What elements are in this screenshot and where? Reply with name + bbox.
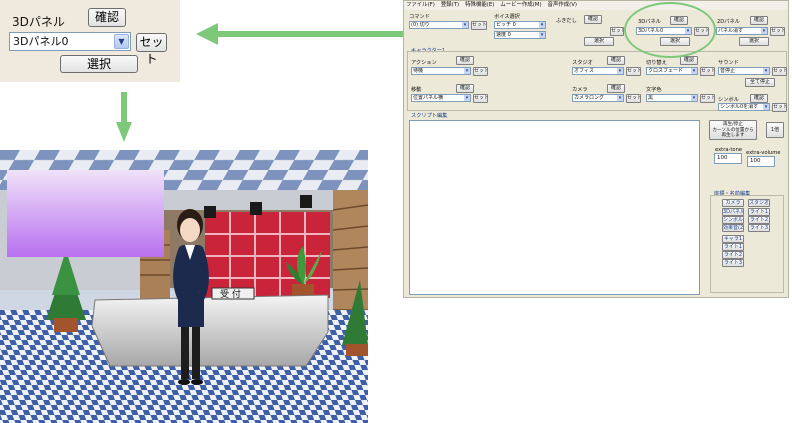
panel3d-select[interactable]: 3Dパネル0 ▼: [9, 32, 131, 51]
switch-select[interactable]: クロスフェード: [646, 67, 698, 75]
fukidashi-set-button[interactable]: セット: [610, 27, 624, 36]
coord-camera-button[interactable]: カメラ: [722, 199, 744, 207]
coord-light2-button[interactable]: ライト2: [748, 216, 770, 224]
counter-sign: 受 付: [220, 288, 241, 300]
panel3d-label: 3Dパネル: [12, 15, 65, 29]
action-confirm-button[interactable]: 確認: [456, 56, 474, 65]
arrow-left-icon: [196, 23, 404, 45]
studio-select[interactable]: オフィス: [572, 67, 624, 75]
menu-bar: ファイル(F) 登録(T) 特殊機能(E) ムービー作成(M) 音声作成(V): [404, 1, 788, 10]
coord-studio-button[interactable]: スタジオ: [748, 199, 770, 207]
voice-speed-select[interactable]: 速度 0: [494, 31, 546, 39]
move-set-button[interactable]: セット: [473, 94, 488, 103]
coord-chara-light2-button[interactable]: ライト2: [722, 251, 744, 259]
highlight-ellipse: [624, 2, 716, 58]
menu-register[interactable]: 登録(T): [441, 1, 459, 10]
switch-set-button[interactable]: セット: [700, 67, 715, 76]
coord-light1-button[interactable]: ライト1: [748, 208, 770, 216]
menu-file[interactable]: ファイル(F): [406, 1, 435, 10]
menu-special[interactable]: 特殊機能(E): [465, 1, 494, 10]
symbol-label: シンボル: [718, 97, 739, 103]
set-button[interactable]: セット: [136, 33, 167, 66]
move-confirm-button[interactable]: 確認: [456, 84, 474, 93]
voice-label: ボイス選択: [494, 14, 520, 20]
extra-volume-input[interactable]: 100: [747, 156, 775, 167]
panel2d-select[interactable]: パネル消す: [716, 27, 768, 35]
command-set-button[interactable]: セット: [471, 21, 487, 30]
play-stop-button[interactable]: 再生/停止 カーソルの位置から 再生します: [709, 120, 757, 140]
script-edit-label: スクリプト編集: [411, 113, 448, 119]
move-select[interactable]: 位置パネル横: [411, 94, 471, 102]
command-label: コマンド: [409, 14, 430, 20]
move-label: 移動: [411, 87, 422, 93]
menu-voice[interactable]: 音声作成(V): [548, 1, 577, 10]
camera-confirm-button[interactable]: 確認: [607, 84, 625, 93]
zoom-3d-panel-inset: 3Dパネル 確認 3Dパネル0 ▼ セット 選択: [0, 0, 180, 82]
script-editor[interactable]: [409, 120, 700, 295]
symbol-confirm-button[interactable]: 確認: [750, 94, 768, 103]
sound-label: サウンド: [718, 60, 739, 66]
arrow-down-icon: [116, 92, 132, 142]
studio-label: スタジオ: [572, 60, 593, 66]
command-select[interactable]: (0) 切り: [409, 21, 469, 29]
switch-label: 切り替え: [646, 60, 667, 66]
symbol-select[interactable]: シンボル0を消す: [718, 103, 770, 111]
coord-chara1-button[interactable]: キャラ1: [722, 235, 744, 243]
text-color-select[interactable]: 黒: [646, 94, 698, 102]
fukidashi-label: ふきだし: [556, 18, 577, 24]
confirm-button[interactable]: 確認: [88, 8, 126, 27]
sound-select[interactable]: 音停止: [718, 67, 770, 75]
camera-label: カメラ: [572, 87, 588, 93]
switch-confirm-button[interactable]: 確認: [680, 56, 698, 65]
text-color-label: 文字色: [646, 87, 662, 93]
camera-set-button[interactable]: セット: [626, 94, 641, 103]
3d-scene-view: 受 付: [0, 150, 368, 423]
coord-symbol-button[interactable]: シンボル: [722, 216, 744, 224]
coord-chara-light3-button[interactable]: ライト3: [722, 259, 744, 267]
extra-tone-input[interactable]: 100: [714, 153, 742, 164]
all-stop-button[interactable]: 全て停止: [745, 78, 775, 87]
purple-2d-panel: [7, 170, 164, 257]
fukidashi-confirm-button[interactable]: 確認: [584, 15, 602, 24]
reception-counter: [91, 287, 329, 367]
coord-chara-light1-button[interactable]: ライト1: [722, 243, 744, 251]
coord-sfx-button[interactable]: 効果音(2): [722, 224, 744, 232]
speed-button[interactable]: 1倍: [766, 122, 784, 138]
panel2d-confirm-button[interactable]: 確認: [750, 16, 768, 25]
fukidashi-choose-button[interactable]: 選択: [584, 37, 614, 46]
camera-select[interactable]: カメラロング: [572, 94, 624, 102]
panel2d-choose-button[interactable]: 選択: [739, 37, 769, 46]
menu-movie[interactable]: ムービー作成(M): [500, 1, 541, 10]
action-select[interactable]: 待機: [411, 67, 471, 75]
coord-light3-button[interactable]: ライト3: [748, 224, 770, 232]
action-set-button[interactable]: セット: [473, 67, 488, 76]
action-label: アクション: [411, 60, 437, 66]
panel2d-set-button[interactable]: セット: [770, 27, 785, 36]
panel3d-select-value: 3Dパネル0: [13, 35, 69, 48]
coord-3dpanel-button[interactable]: 3Dパネル: [722, 208, 744, 216]
panel2d-label: 2Dパネル: [717, 19, 740, 25]
choose-button[interactable]: 選択: [60, 55, 138, 73]
sound-set-button[interactable]: セット: [772, 67, 787, 76]
symbol-set-button[interactable]: セット: [772, 103, 787, 112]
chevron-down-icon: ▼: [114, 34, 129, 49]
studio-set-button[interactable]: セット: [626, 67, 641, 76]
app-window: ファイル(F) 登録(T) 特殊機能(E) ムービー作成(M) 音声作成(V) …: [403, 0, 789, 298]
voice-pitch-select[interactable]: ピッチ 0: [494, 21, 546, 29]
text-color-set-button[interactable]: セット: [700, 94, 715, 103]
studio-confirm-button[interactable]: 確認: [607, 56, 625, 65]
